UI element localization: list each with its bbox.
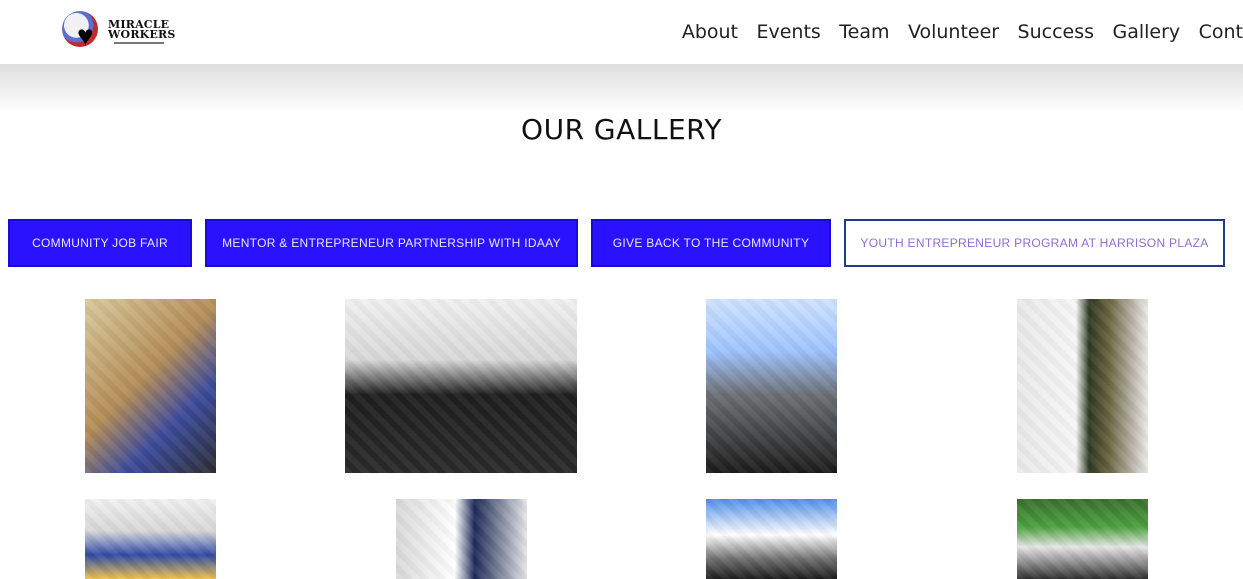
logo-tagline-rule — [114, 42, 164, 44]
nav-team[interactable]: Team — [839, 21, 889, 43]
site-header: ♥ MIRACLE WORKERS About Events Team Volu… — [0, 0, 1243, 64]
filter-youth-entrepreneur[interactable]: YOUTH ENTREPRENEUR PROGRAM AT HARRISON P… — [844, 219, 1225, 267]
gallery-image[interactable] — [85, 499, 216, 579]
gallery-filters: COMMUNITY JOB FAIR MENTOR & ENTREPRENEUR… — [0, 219, 1243, 267]
logo[interactable]: ♥ MIRACLE WORKERS — [62, 11, 176, 51]
gallery-image[interactable] — [706, 499, 837, 579]
filter-community-job-fair[interactable]: COMMUNITY JOB FAIR — [8, 219, 192, 267]
nav-contact[interactable]: Cont — [1199, 21, 1243, 43]
nav-success[interactable]: Success — [1018, 21, 1094, 43]
gallery-image[interactable] — [1017, 299, 1148, 473]
logo-text-line2: WORKERS — [108, 28, 176, 41]
hero-shade — [0, 64, 1243, 112]
heart-icon: ♥ — [77, 20, 94, 51]
main-nav: About Events Team Volunteer Success Gall… — [668, 21, 1243, 45]
gallery-image[interactable] — [706, 299, 837, 473]
nav-gallery[interactable]: Gallery — [1112, 21, 1180, 43]
gallery-image[interactable] — [1017, 499, 1148, 579]
filter-give-back[interactable]: GIVE BACK TO THE COMMUNITY — [591, 219, 831, 267]
nav-volunteer[interactable]: Volunteer — [908, 21, 999, 43]
gallery-image[interactable] — [345, 299, 577, 473]
gallery-image[interactable] — [396, 499, 527, 579]
gallery-image[interactable] — [85, 299, 216, 473]
nav-about[interactable]: About — [682, 21, 738, 43]
filter-mentor-partnership[interactable]: MENTOR & ENTREPRENEUR PARTNERSHIP WITH I… — [205, 219, 578, 267]
page-title: OUR GALLERY — [521, 113, 722, 146]
nav-events[interactable]: Events — [756, 21, 820, 43]
